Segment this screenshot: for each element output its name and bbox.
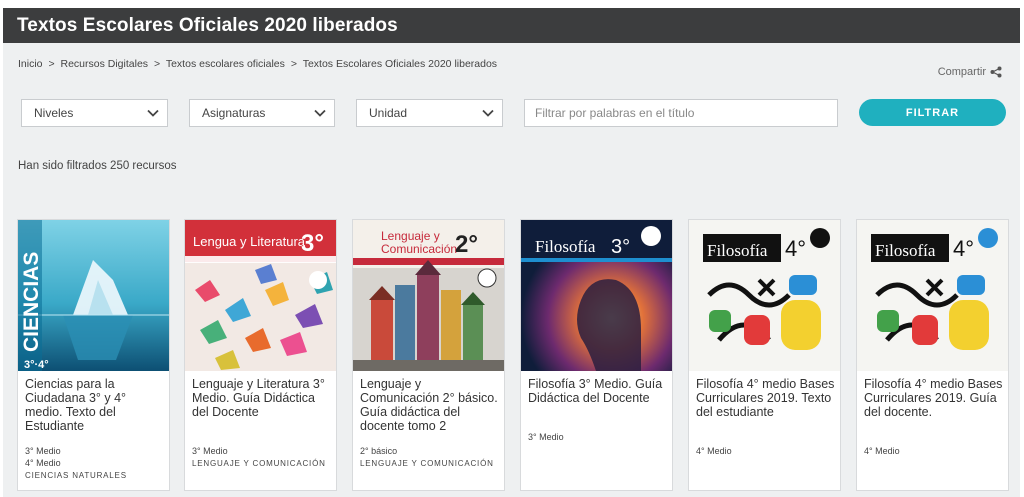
- breadcrumb-separator: >: [48, 58, 55, 70]
- card-title[interactable]: Filosofía 4° medio Bases Curriculares 20…: [864, 377, 1004, 419]
- share-icon: [990, 66, 1002, 78]
- cover-grade-text: 3°: [611, 236, 630, 258]
- card-level: 3° Medio: [192, 446, 228, 456]
- unidad-select[interactable]: Unidad: [356, 99, 503, 127]
- card-subject: LENGUAJE Y COMUNICACIÓN: [192, 459, 326, 468]
- share-label: Compartir: [937, 66, 986, 78]
- cover-title-text: Filosofía: [535, 237, 596, 256]
- asignaturas-select-value: Asignaturas: [202, 106, 266, 120]
- resource-card[interactable]: Lengua y Literatura 3° Lenguaje y Litera…: [184, 219, 337, 491]
- card-subject: CIENCIAS NATURALES: [25, 471, 127, 480]
- card-level: 4° Medio: [864, 446, 900, 456]
- chevron-down-icon: [147, 109, 159, 117]
- cover-image: Filosofía 4°: [857, 220, 1008, 371]
- unidad-select-value: Unidad: [369, 106, 408, 120]
- cover-grade-text: 4°: [785, 236, 806, 261]
- card-level: 4° Medio: [696, 446, 732, 456]
- cover-title-text: Lenguaje y: [381, 229, 440, 243]
- page-header: Textos Escolares Oficiales 2020 liberado…: [3, 8, 1020, 43]
- card-title[interactable]: Lenguaje y Literatura 3° Medio. Guía Did…: [192, 377, 332, 419]
- card-level: 3° Medio: [25, 446, 61, 456]
- breadcrumb-item-inicio[interactable]: Inicio: [18, 58, 43, 70]
- cover-image: Lenguaje y Comunicación 2°: [353, 220, 504, 371]
- page-title: Textos Escolares Oficiales 2020 liberado…: [17, 14, 398, 36]
- card-level: 4° Medio: [25, 458, 61, 468]
- cover-image: Filosofía 3°: [521, 220, 672, 371]
- card-level: 3° Medio: [528, 432, 564, 442]
- breadcrumb: Inicio > Recursos Digitales > Textos esc…: [18, 58, 1002, 70]
- resource-card[interactable]: Lenguaje y Comunicación 2° Lenguaje y Co…: [352, 219, 505, 491]
- share-button[interactable]: Compartir: [938, 66, 1002, 78]
- chevron-down-icon: [482, 109, 494, 117]
- niveles-select[interactable]: Niveles: [21, 99, 168, 127]
- cover-grade-text: 3°: [301, 230, 324, 257]
- card-subject: LENGUAJE Y COMUNICACIÓN: [360, 459, 494, 468]
- niveles-select-value: Niveles: [34, 106, 74, 120]
- cover-grade-text: 4°: [953, 236, 974, 261]
- cover-image: CIENCIAS 3°·4°: [18, 220, 169, 371]
- resource-card[interactable]: CIENCIAS 3°·4° Ciencias para la Ciudadan…: [17, 219, 170, 491]
- breadcrumb-item-recursos[interactable]: Recursos Digitales: [61, 58, 149, 70]
- cover-title-text: CIENCIAS: [20, 252, 43, 352]
- cover-image: Filosofía 4°: [689, 220, 840, 371]
- resource-card[interactable]: Filosofía 4° Filosofía 4° medio Bases Cu…: [688, 219, 841, 491]
- filter-button[interactable]: FILTRAR: [859, 99, 1006, 126]
- breadcrumb-item-textos[interactable]: Textos escolares oficiales: [166, 58, 285, 70]
- cover-grade-text: 2°: [455, 231, 478, 258]
- resource-card[interactable]: Filosofía 3° Filosofía 3° Medio. Guía Di…: [520, 219, 673, 491]
- card-title[interactable]: Filosofía 4° medio Bases Curriculares 20…: [696, 377, 836, 419]
- card-title[interactable]: Filosofía 3° Medio. Guía Didáctica del D…: [528, 377, 668, 405]
- asignaturas-select[interactable]: Asignaturas: [189, 99, 335, 127]
- breadcrumb-separator: >: [153, 58, 161, 70]
- top-row: Inicio > Recursos Digitales > Textos esc…: [18, 58, 1002, 78]
- card-title[interactable]: Ciencias para la Ciudadana 3° y 4° medio…: [25, 377, 165, 433]
- resource-grid: CIENCIAS 3°·4° Ciencias para la Ciudadan…: [17, 219, 1017, 497]
- breadcrumb-separator: >: [290, 58, 297, 70]
- cover-title-text: Lengua y Literatura: [193, 234, 306, 249]
- card-level: 2° básico: [360, 446, 398, 456]
- cover-grade-text: 3°·4°: [24, 359, 49, 371]
- chevron-down-icon: [314, 109, 326, 117]
- cover-title-text: Filosofía: [707, 241, 768, 260]
- cover-title-text: Filosofía: [875, 241, 936, 260]
- page-frame: Textos Escolares Oficiales 2020 liberado…: [3, 8, 1020, 497]
- card-title[interactable]: Lenguaje y Comunicación 2° básico. Guía …: [360, 377, 500, 433]
- title-search-input[interactable]: [524, 99, 838, 127]
- results-count: Han sido filtrados 250 recursos: [18, 160, 177, 172]
- filters-bar: Niveles Asignaturas Unidad FILTRAR: [21, 99, 1006, 129]
- resource-card[interactable]: Filosofía 4° Filosofía 4° medio Bases Cu…: [856, 219, 1009, 491]
- cover-image: Lengua y Literatura 3°: [185, 220, 336, 371]
- cover-title-text: Comunicación: [381, 242, 457, 256]
- breadcrumb-item-current: Textos Escolares Oficiales 2020 liberado…: [302, 58, 498, 70]
